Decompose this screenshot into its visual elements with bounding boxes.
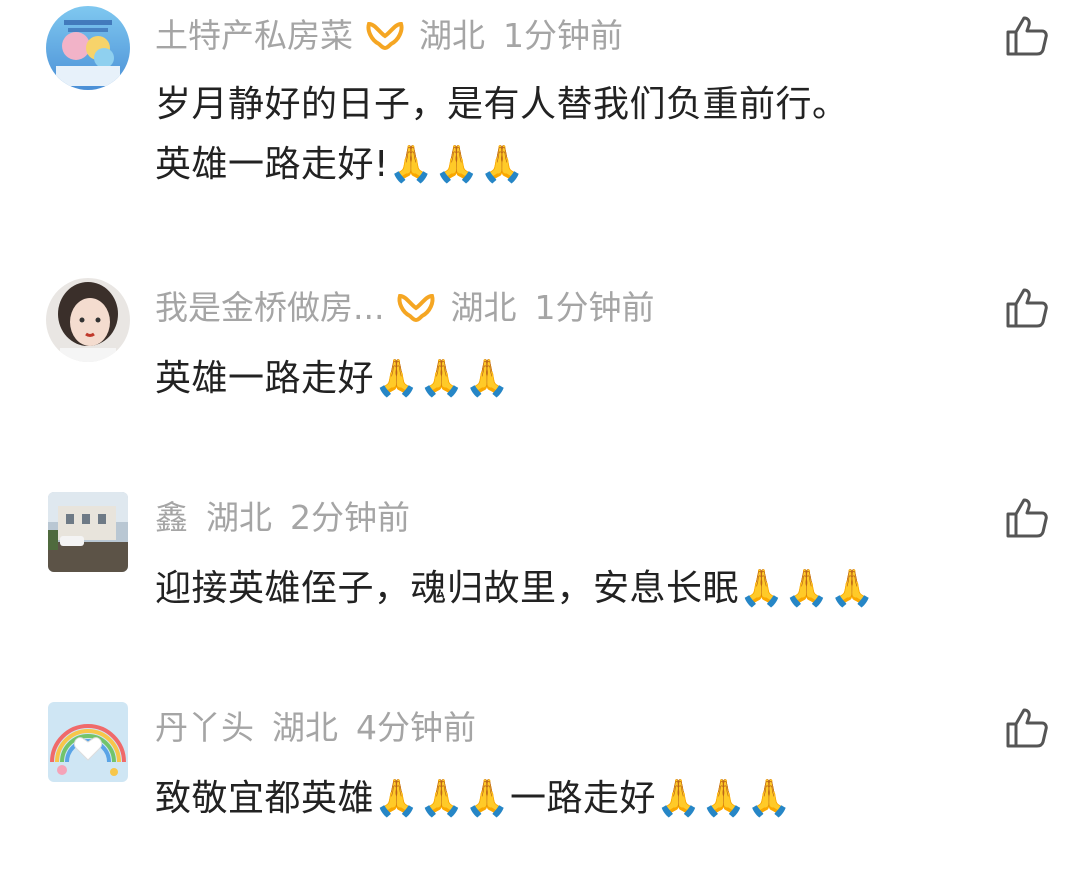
avatar-image [46,6,130,90]
avatar-image [48,492,128,572]
timestamp: 4分钟前 [356,708,476,747]
thumbs-up-icon [1006,708,1048,748]
comment-text: 英雄一路走好🙏🙏🙏 [155,358,510,399]
comment-meta: 土特产私房菜 湖北 1分钟前 [155,12,623,60]
avatar-image [48,702,128,782]
timestamp: 2分钟前 [290,498,410,537]
like-button[interactable] [1004,494,1050,540]
thumbs-up-icon [1006,288,1048,328]
like-button[interactable] [1004,12,1050,58]
timestamp: 1分钟前 [503,16,623,55]
like-button[interactable] [1004,284,1050,330]
comment-meta: 鑫 湖北 2分钟前 [155,494,410,542]
comment-text: 迎接英雄侄子，魂归故里，安息长眠🙏🙏🙏 [155,568,875,609]
comment-meta: 丹丫头 湖北 4分钟前 [155,704,476,752]
comment-text: 英雄一路走好!🙏🙏🙏 [155,144,525,185]
comment-text: 致敬宜都英雄🙏🙏🙏一路走好🙏🙏🙏 [155,778,792,819]
location: 湖北 [206,498,272,537]
location: 湖北 [450,288,517,327]
thumbs-up-icon [1006,16,1048,56]
username[interactable]: 土特产私房菜 [155,12,353,60]
timestamp: 1分钟前 [534,288,655,327]
username[interactable]: 丹丫头 [155,704,254,752]
comment-meta: 我是金桥做房... 湖北 1分钟前 [155,284,654,332]
thumbs-up-icon [1006,498,1048,538]
location: 湖北 [272,708,338,747]
username[interactable]: 我是金桥做房... [155,284,384,332]
avatar[interactable] [46,6,130,90]
avatar-image [46,278,130,362]
like-button[interactable] [1004,704,1050,750]
avatar[interactable] [48,492,128,572]
avatar[interactable] [46,278,130,362]
location: 湖北 [419,16,485,55]
username[interactable]: 鑫 [155,494,188,542]
comment-text: 岁月静好的日子，是有人替我们负重前行。 [155,84,849,125]
avatar[interactable] [48,702,128,782]
orange-vip-badge-icon [396,290,436,326]
orange-vip-badge-icon [365,18,405,54]
